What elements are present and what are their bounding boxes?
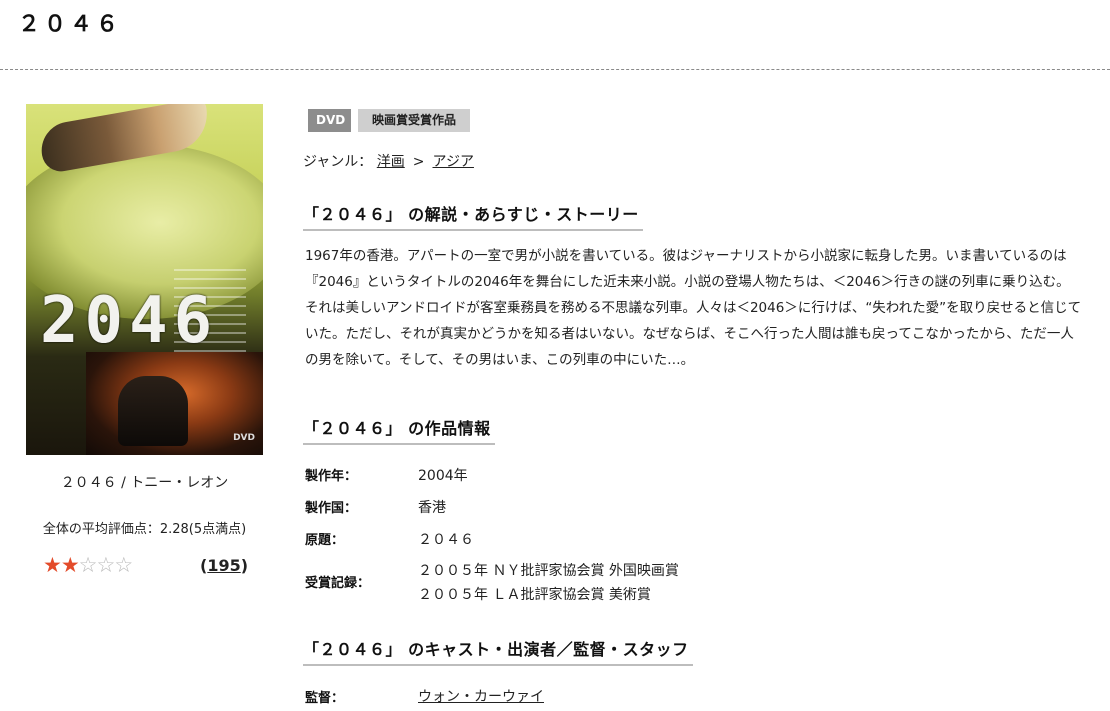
star-empty-icon: ☆ <box>114 553 133 577</box>
country-label: 製作国： <box>305 501 358 516</box>
review-count: (195) <box>200 556 249 575</box>
dvd-logo-icon: DVD <box>233 433 255 443</box>
dvd-cover-image[interactable]: 2046 DVD <box>26 104 263 455</box>
title-divider <box>0 69 1110 70</box>
dvd-badge: DVD <box>308 109 351 132</box>
award-item: ２００５年 ＮＹ批評家協会賞 外国映画賞 <box>418 563 679 579</box>
average-rating-text: 全体の平均評価点：2.28(5点満点) <box>42 522 247 537</box>
work-info-heading: 「２０４６」 の作品情報 <box>303 415 495 445</box>
director-value: ウォン・カーウァイ <box>418 686 544 706</box>
genre-link-yoga[interactable]: 洋画 <box>377 154 405 170</box>
page-title: ２０４６ <box>18 12 123 37</box>
poster-caption: ２０４６ / トニー・レオン <box>60 475 229 491</box>
director-link[interactable]: ウォン・カーウァイ <box>418 689 544 705</box>
awards-label: 受賞記録： <box>305 576 371 591</box>
genre-breadcrumb: ジャンル： 洋画 > アジア <box>303 151 474 171</box>
award-badge: 映画賞受賞作品 <box>358 109 470 132</box>
original-title-value: ２０４６ <box>418 532 474 548</box>
country-value: 香港 <box>418 500 446 516</box>
star-rating: ★★☆☆☆ <box>43 553 133 577</box>
review-count-link[interactable]: 195 <box>207 556 240 575</box>
poster-title-text: 2046 <box>40 284 219 358</box>
director-label: 監督： <box>305 691 345 706</box>
synopsis-text: 1967年の香港。アパートの一室で男が小説を書いている。彼はジャーナリストから小… <box>305 248 1082 368</box>
breadcrumb-separator: > <box>412 154 425 170</box>
original-title-label: 原題： <box>305 533 345 548</box>
award-item: ２００５年 ＬＡ批評家協会賞 美術賞 <box>418 587 651 603</box>
year-value: 2004年 <box>418 468 468 484</box>
star-empty-icon: ☆ <box>96 553 115 577</box>
star-filled-icon: ★ <box>60 553 80 577</box>
synopsis-heading: 「２０４６」 の解説・あらすじ・ストーリー <box>303 201 643 231</box>
genre-label: ジャンル： <box>303 154 373 170</box>
year-label: 製作年： <box>305 469 358 484</box>
star-empty-icon: ☆ <box>78 553 98 577</box>
genre-link-asia[interactable]: アジア <box>433 154 474 170</box>
star-filled-icon: ★ <box>43 553 62 577</box>
cast-heading: 「２０４６」 のキャスト・出演者／監督・スタッフ <box>303 636 693 666</box>
poster-man-graphic <box>118 376 188 446</box>
